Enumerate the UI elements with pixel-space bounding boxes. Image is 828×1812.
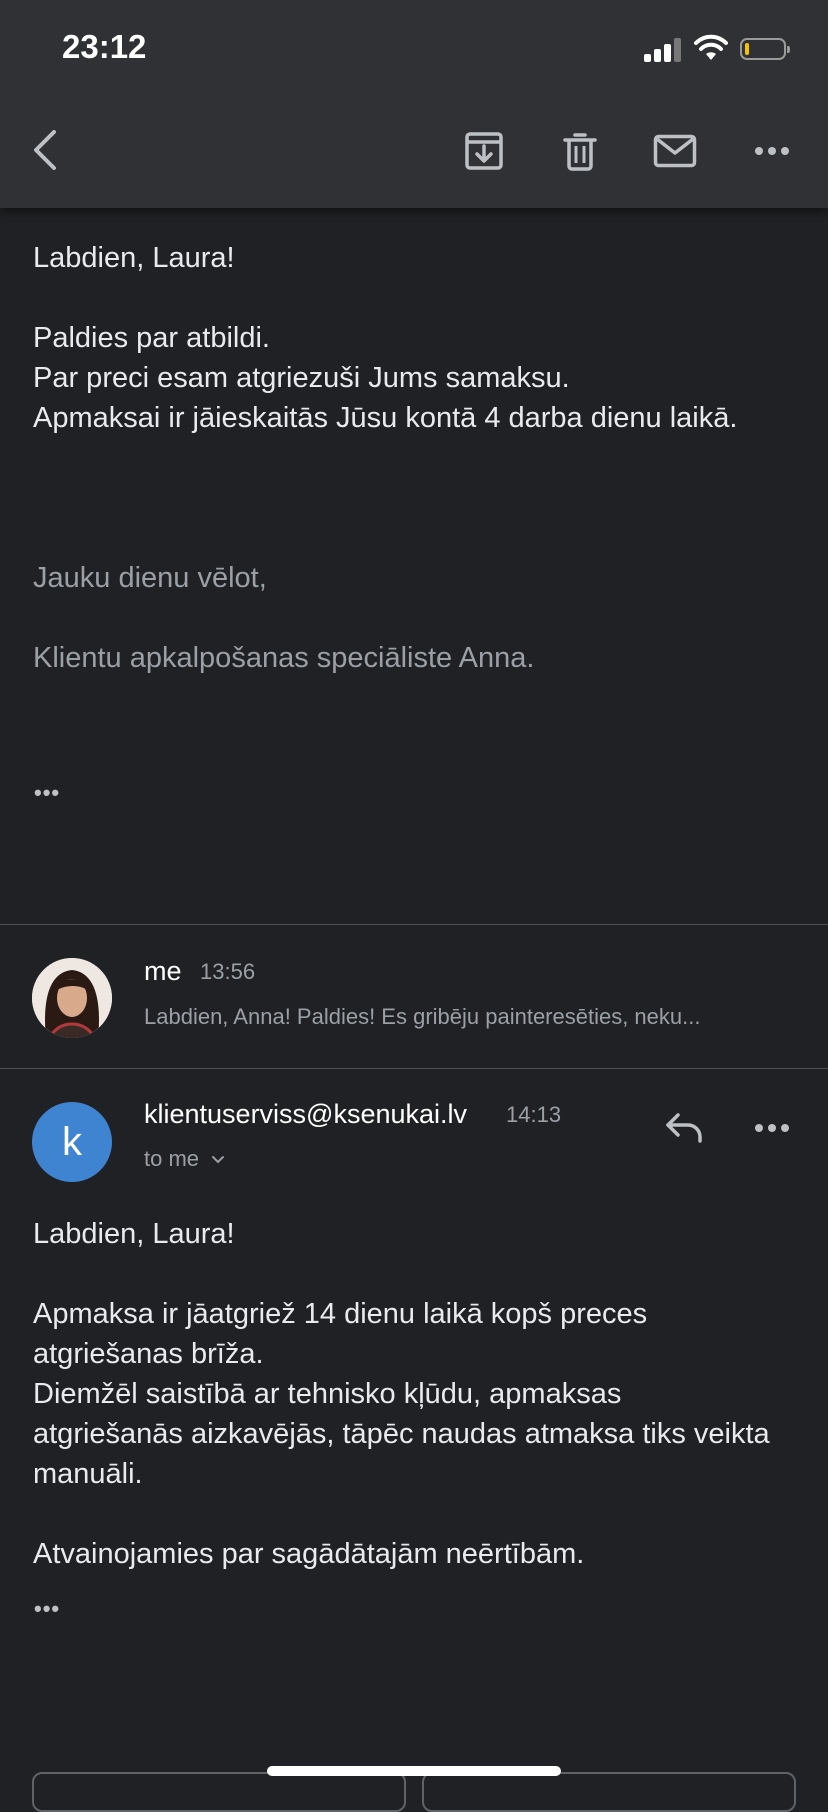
- body-line: Apmaksa ir jāatgriež 14 dienu laikā kopš…: [33, 1298, 648, 1370]
- chevron-left-icon: [34, 130, 56, 170]
- body-line: Diemžēl saistībā ar tehnisko kļūdu, apma…: [33, 1378, 770, 1490]
- more-options-button[interactable]: [752, 134, 792, 168]
- recipient-label: to me: [144, 1146, 200, 1171]
- body-line: Apmaksai ir jāieskaitās Jūsu kontā 4 dar…: [33, 402, 738, 434]
- archive-button[interactable]: [462, 128, 506, 174]
- back-button[interactable]: [22, 122, 66, 178]
- body-line: Atvainojamies par sagādātajām neērtībām.: [33, 1538, 585, 1570]
- trash-icon: [563, 133, 597, 171]
- greeting: Labdien, Laura!: [33, 242, 235, 274]
- status-time: 23:12: [62, 28, 147, 65]
- greeting: Labdien, Laura!: [33, 1218, 235, 1250]
- wifi-icon: [694, 34, 728, 60]
- delete-button[interactable]: [560, 128, 600, 174]
- show-trimmed-content-button[interactable]: •••: [34, 780, 60, 806]
- chevron-down-icon: [212, 1156, 225, 1164]
- message-time: 14:13: [506, 1102, 562, 1127]
- battery-icon: [740, 38, 790, 60]
- status-icons: [644, 32, 794, 68]
- message-snippet: Labdien, Anna! Paldies! Es gribēju paint…: [144, 1004, 701, 1029]
- show-trimmed-content-button[interactable]: •••: [34, 1596, 60, 1622]
- reply-button[interactable]: [660, 1106, 708, 1148]
- home-indicator: [267, 1766, 561, 1776]
- collapsed-message[interactable]: me 13:56 Labdien, Anna! Paldies! Es grib…: [0, 925, 828, 1068]
- sender-name: me: [144, 956, 182, 986]
- top-toolbar: 23:12: [0, 0, 828, 208]
- message-time: 13:56: [200, 959, 256, 984]
- closing: Jauku dienu vēlot,: [33, 562, 267, 594]
- more-horizontal-icon: [755, 147, 789, 155]
- forward-bottom-button[interactable]: [422, 1772, 796, 1812]
- message-1-signature: Jauku dienu vēlot, Klientu apkalpošanas …: [33, 558, 783, 678]
- reply-bottom-button[interactable]: [32, 1772, 406, 1812]
- mail-icon: [653, 134, 697, 168]
- avatar-letter: k: [62, 1119, 82, 1164]
- divider: [0, 1068, 828, 1069]
- more-horizontal-icon: [755, 1124, 789, 1132]
- recipient-details-toggle[interactable]: to me: [144, 1146, 225, 1172]
- reply-icon: [666, 1113, 702, 1143]
- body-line: Par preci esam atgriezuši Jums samaksu.: [33, 362, 570, 394]
- cellular-signal-icon: [644, 38, 684, 62]
- mark-unread-button[interactable]: [652, 132, 698, 170]
- signature: Klientu apkalpošanas speciāliste Anna.: [33, 642, 535, 674]
- message-2-body: Labdien, Laura! Apmaksa ir jāatgriež 14 …: [33, 1214, 773, 1574]
- message-1-body: Labdien, Laura! Paldies par atbildi. Par…: [33, 238, 783, 438]
- sender-email: klientuserviss@ksenukai.lv: [144, 1099, 468, 1129]
- sender-avatar: k: [32, 1102, 112, 1182]
- body-line: Paldies par atbildi.: [33, 322, 270, 354]
- profile-photo: [32, 958, 112, 1038]
- archive-icon: [465, 132, 503, 170]
- avatar: [32, 958, 112, 1038]
- message-more-button[interactable]: [752, 1116, 792, 1140]
